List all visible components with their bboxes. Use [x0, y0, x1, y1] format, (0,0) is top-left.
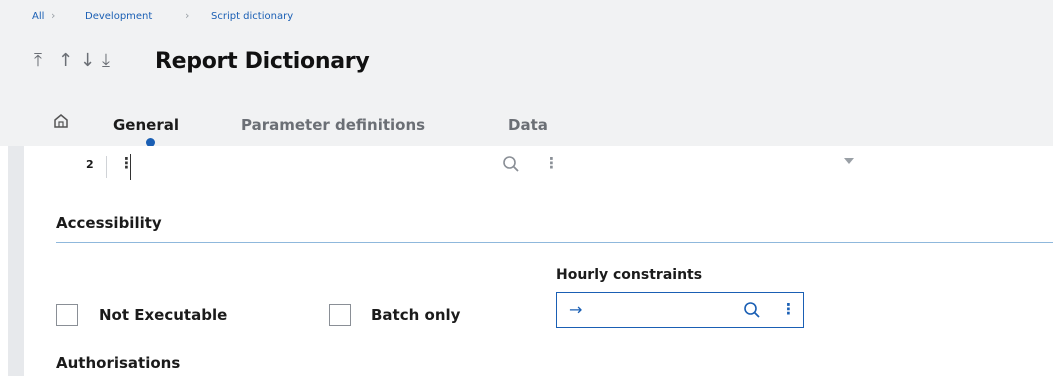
- table-row: 2 ⋮ ⋮: [24, 146, 1053, 186]
- divider: [106, 156, 107, 178]
- breadcrumb-separator-icon: ›: [51, 9, 56, 22]
- breadcrumb-all-link[interactable]: All: [32, 11, 44, 22]
- previous-record-icon[interactable]: ↑: [58, 52, 73, 70]
- section-title-authorisations: Authorisations: [56, 354, 181, 372]
- batch-only-checkbox[interactable]: [329, 304, 351, 326]
- search-icon[interactable]: [502, 155, 520, 177]
- last-record-icon[interactable]: ⤓: [102, 52, 110, 70]
- not-executable-checkbox[interactable]: [56, 304, 78, 326]
- breadcrumb-separator-icon: ›: [185, 9, 190, 22]
- tab-bar: General Parameter definitions Data: [0, 102, 1053, 146]
- next-record-icon[interactable]: ↓: [80, 52, 95, 70]
- section-title-accessibility: Accessibility: [56, 214, 162, 232]
- title-bar: ⤒ ↑ ↓ ⤓ Report Dictionary: [0, 34, 1053, 102]
- first-record-icon[interactable]: ⤒: [34, 52, 42, 70]
- tab-parameter-definitions[interactable]: Parameter definitions: [241, 116, 425, 134]
- search-icon[interactable]: [743, 301, 761, 323]
- chevron-down-icon[interactable]: [844, 158, 854, 164]
- lookup-actions-kebab-icon[interactable]: ⋮: [781, 302, 796, 317]
- home-icon[interactable]: [52, 112, 70, 134]
- page-title: Report Dictionary: [155, 49, 370, 74]
- row-actions-kebab-icon[interactable]: ⋮: [119, 156, 134, 171]
- hourly-constraints-field[interactable]: → ⋮: [556, 292, 804, 328]
- grid-cell-input[interactable]: [130, 154, 131, 180]
- breadcrumb: All › Development › Script dictionary: [0, 0, 1053, 34]
- row-number: 2: [86, 158, 94, 171]
- batch-only-label: Batch only: [371, 306, 461, 324]
- tab-general[interactable]: General: [113, 116, 179, 134]
- arrow-right-icon[interactable]: →: [569, 300, 582, 319]
- main-content: 2 ⋮ ⋮ Accessibility Hourly constraints N…: [24, 146, 1053, 376]
- not-executable-label: Not Executable: [99, 306, 228, 324]
- breadcrumb-development-link[interactable]: Development: [85, 11, 152, 22]
- left-rail: [8, 146, 24, 376]
- tab-data[interactable]: Data: [508, 116, 548, 134]
- field-actions-kebab-icon[interactable]: ⋮: [544, 156, 559, 171]
- hourly-constraints-label: Hourly constraints: [556, 267, 703, 283]
- breadcrumb-script-dictionary-link[interactable]: Script dictionary: [211, 11, 293, 22]
- section-divider: [56, 242, 1053, 243]
